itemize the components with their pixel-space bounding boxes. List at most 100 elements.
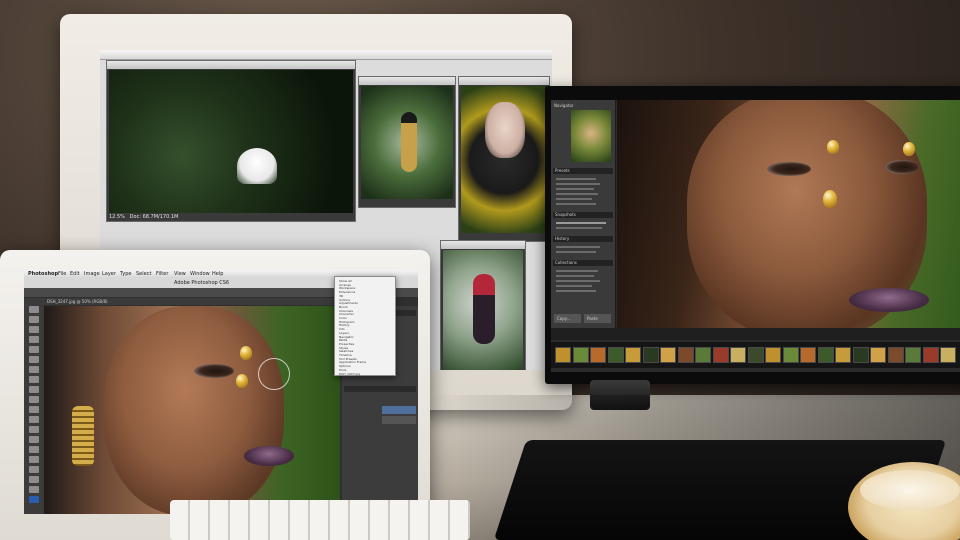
navigator-preview[interactable] — [571, 110, 611, 162]
snapshots-header[interactable]: Snapshots — [553, 212, 613, 218]
filmstrip-thumbnail[interactable] — [695, 347, 711, 363]
history-item[interactable] — [556, 251, 596, 253]
layers-header[interactable] — [344, 386, 416, 392]
history-header[interactable]: History — [553, 236, 613, 242]
filmstrip-thumbnail[interactable] — [607, 347, 624, 363]
brush-tool-icon[interactable] — [29, 376, 39, 383]
lasso-tool-icon[interactable] — [29, 326, 39, 333]
lightroom-screen: Navigator Presets Snapshots History Coll… — [551, 100, 960, 372]
filmstrip-thumbnail[interactable] — [590, 347, 606, 363]
window-titlebar[interactable] — [441, 241, 525, 249]
menu-filter[interactable]: Filter — [156, 271, 168, 277]
document-tab[interactable]: DSH_3247.jpg @ 50% (RGB/8) — [44, 298, 334, 305]
filmstrip-thumbnail[interactable] — [712, 347, 729, 363]
shape-tool-icon[interactable] — [29, 476, 39, 483]
menu-image[interactable]: Image — [84, 271, 100, 277]
ps-document-smoke[interactable] — [358, 76, 456, 208]
tools-panel — [24, 298, 44, 514]
filmstrip-thumbnail[interactable] — [555, 347, 571, 363]
blur-tool-icon[interactable] — [29, 426, 39, 433]
dodge-tool-icon[interactable] — [29, 436, 39, 443]
window-titlebar[interactable] — [459, 77, 549, 85]
mac-menubar[interactable] — [100, 50, 552, 60]
filmstrip[interactable] — [551, 342, 960, 368]
menu-type[interactable]: Type — [120, 271, 131, 277]
window-titlebar[interactable] — [359, 77, 455, 85]
portrait-face — [485, 102, 525, 158]
menu-select[interactable]: Select — [136, 271, 151, 277]
filmstrip-thumbnail[interactable] — [660, 347, 676, 363]
status-zoom: 12.5% — [109, 214, 125, 220]
filmstrip-thumbnail[interactable] — [817, 347, 834, 363]
filmstrip-thumbnail[interactable] — [835, 347, 851, 363]
preset-item[interactable] — [556, 193, 598, 195]
eraser-tool-icon[interactable] — [29, 406, 39, 413]
preset-item[interactable] — [556, 198, 592, 200]
filmstrip-thumbnail[interactable] — [905, 347, 921, 363]
filmstrip-thumbnail[interactable] — [642, 347, 659, 363]
layer-row[interactable] — [382, 416, 416, 424]
preset-item[interactable] — [556, 178, 596, 180]
filmstrip-thumbnail[interactable] — [940, 347, 956, 363]
preset-item[interactable] — [556, 203, 596, 205]
filmstrip-thumbnail[interactable] — [677, 347, 694, 363]
preset-item[interactable] — [556, 183, 600, 185]
collection-item[interactable] — [556, 290, 596, 292]
filmstrip-thumbnail[interactable] — [782, 347, 799, 363]
menu-view[interactable]: View — [174, 271, 186, 277]
filmstrip-thumbnail[interactable] — [922, 347, 939, 363]
crop-tool-icon[interactable] — [29, 346, 39, 353]
ps-document-portrait[interactable] — [458, 76, 550, 242]
snapshot-item[interactable] — [556, 227, 602, 229]
lightroom-main-image[interactable] — [617, 100, 960, 340]
filmstrip-header[interactable] — [551, 328, 960, 340]
move-tool-icon[interactable] — [29, 306, 39, 313]
menu-edit[interactable]: Edit — [70, 271, 80, 277]
menu-window[interactable]: Window — [190, 271, 210, 277]
menu-photoshop[interactable]: Photoshop — [28, 271, 58, 277]
filmstrip-thumbnail[interactable] — [572, 347, 589, 363]
path-select-tool-icon[interactable] — [29, 466, 39, 473]
history-item[interactable] — [556, 246, 600, 248]
eyedropper-tool-icon[interactable] — [29, 356, 39, 363]
filmstrip-thumbnail[interactable] — [765, 347, 781, 363]
gradient-tool-icon[interactable] — [29, 416, 39, 423]
dropdown-menu-item[interactable]: DSH_3247.jpg — [339, 372, 360, 376]
collections-header[interactable]: Collections — [553, 260, 613, 266]
hand-tool-icon[interactable] — [29, 486, 39, 493]
healing-tool-icon[interactable] — [29, 366, 39, 373]
paste-button[interactable]: Paste — [584, 314, 611, 323]
filmstrip-thumbnail[interactable] — [852, 347, 869, 363]
filmstrip-thumbnail[interactable] — [730, 347, 746, 363]
ps-document-red[interactable] — [440, 240, 526, 370]
history-brush-tool-icon[interactable] — [29, 396, 39, 403]
filmstrip-thumbnail[interactable] — [747, 347, 764, 363]
collection-item[interactable] — [556, 285, 592, 287]
type-tool-icon[interactable] — [29, 456, 39, 463]
marquee-tool-icon[interactable] — [29, 316, 39, 323]
filmstrip-thumbnail[interactable] — [625, 347, 641, 363]
snapshot-item[interactable] — [556, 222, 606, 224]
collection-item[interactable] — [556, 270, 598, 272]
bride-figure — [237, 148, 277, 184]
ps-document-forest[interactable]: 12.5% Doc: 68.7M/170.1M — [106, 60, 356, 222]
collection-item[interactable] — [556, 280, 600, 282]
photoshop-canvas[interactable] — [44, 306, 340, 514]
forest-photo — [109, 70, 353, 213]
filmstrip-thumbnail[interactable] — [800, 347, 816, 363]
preset-item[interactable] — [556, 188, 594, 190]
window-titlebar[interactable] — [107, 61, 355, 69]
quick-select-tool-icon[interactable] — [29, 336, 39, 343]
menu-help[interactable]: Help — [212, 271, 223, 277]
presets-header[interactable]: Presets — [553, 168, 613, 174]
menu-layer[interactable]: Layer — [102, 271, 116, 277]
copy-button[interactable]: Copy... — [554, 314, 581, 323]
filmstrip-thumbnail[interactable] — [887, 347, 904, 363]
filmstrip-thumbnail[interactable] — [870, 347, 886, 363]
menu-file[interactable]: File — [58, 271, 66, 277]
color-swatch-icon[interactable] — [29, 496, 39, 503]
layer-row-selected[interactable] — [382, 406, 416, 414]
pen-tool-icon[interactable] — [29, 446, 39, 453]
collection-item[interactable] — [556, 275, 594, 277]
clone-stamp-tool-icon[interactable] — [29, 386, 39, 393]
